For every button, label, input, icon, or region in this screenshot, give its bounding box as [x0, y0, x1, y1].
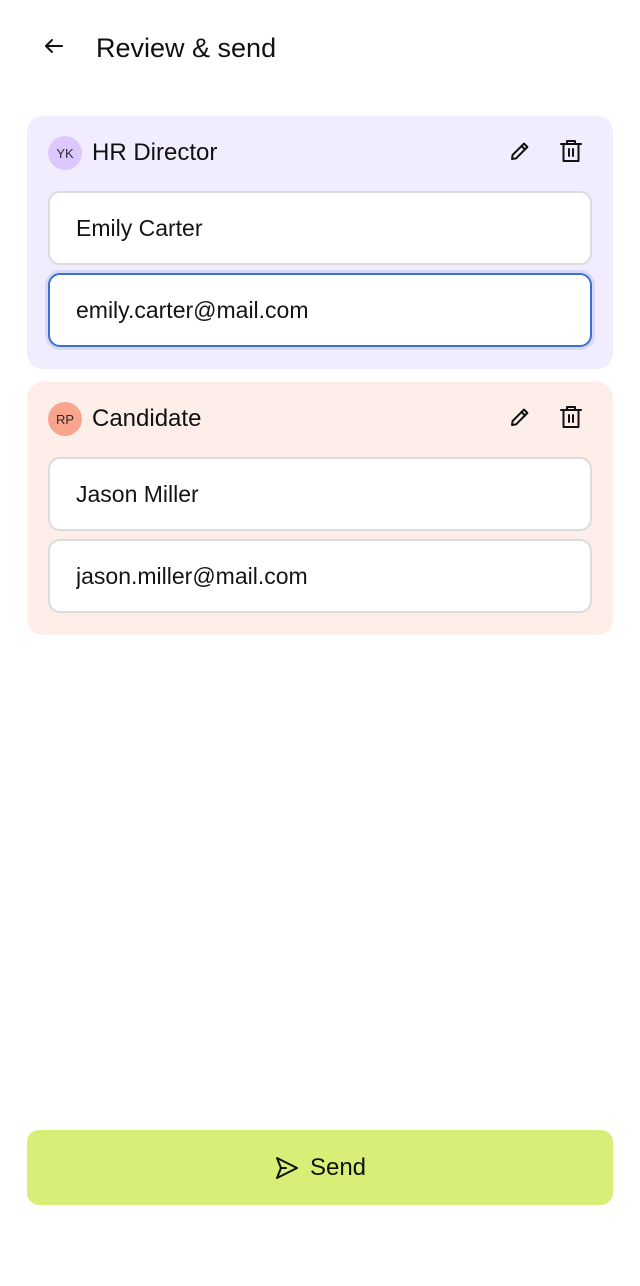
avatar: YK: [48, 136, 82, 170]
recipient-email-field[interactable]: [48, 273, 592, 347]
recipient-card-header: RP Candidate: [27, 382, 613, 456]
recipient-card-candidate: RP Candidate: [27, 382, 613, 635]
review-send-screen: Review & send YK HR Director Emily Carte…: [0, 0, 640, 1286]
recipient-role: HR Director: [92, 139, 218, 166]
delete-recipient-button[interactable]: [553, 401, 589, 437]
back-button[interactable]: [34, 28, 74, 68]
send-button-label: Send: [309, 1153, 367, 1181]
pencil-icon: [508, 405, 532, 434]
send-icon: [274, 1155, 300, 1181]
edit-recipient-button[interactable]: [502, 401, 538, 437]
recipient-name-field[interactable]: [48, 191, 592, 265]
trash-icon: [559, 404, 583, 435]
recipient-name-field[interactable]: [48, 457, 592, 531]
recipient-card-hr-director: YK HR Director: [27, 116, 613, 369]
recipient-role: Candidate: [92, 405, 202, 432]
recipient-email-field[interactable]: [48, 539, 592, 613]
edit-recipient-button[interactable]: [502, 135, 538, 171]
pencil-icon: [508, 139, 532, 168]
page-title: Review & send: [96, 33, 277, 63]
arrow-left-icon: [42, 34, 66, 63]
send-button[interactable]: Send: [27, 1130, 613, 1205]
delete-recipient-button[interactable]: [553, 135, 589, 171]
recipient-card-header: YK HR Director: [27, 116, 613, 190]
trash-icon: [559, 138, 583, 169]
header: Review & send: [0, 0, 640, 100]
avatar: RP: [48, 402, 82, 436]
